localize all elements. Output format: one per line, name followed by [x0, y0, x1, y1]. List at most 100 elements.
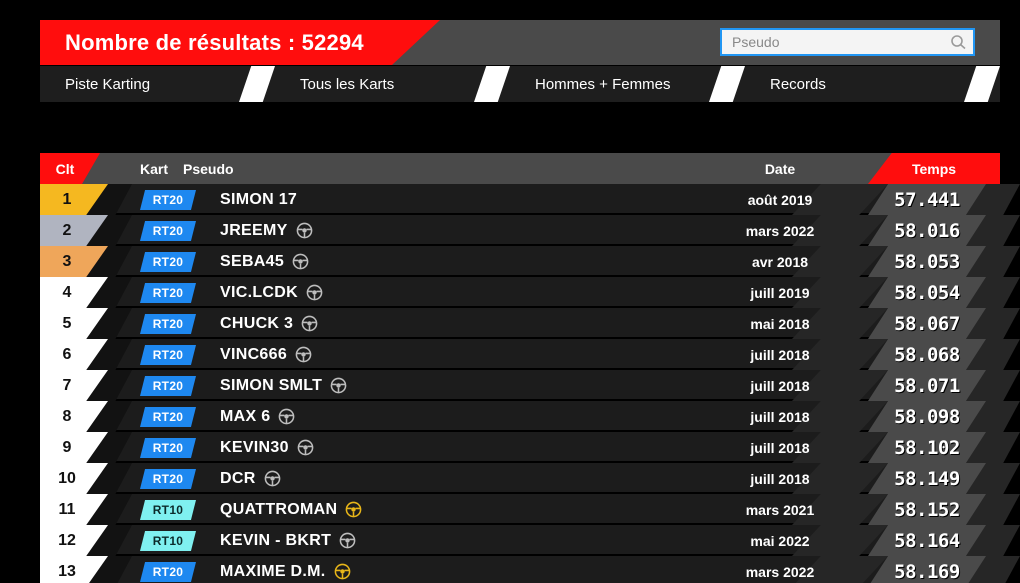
table-row[interactable]: 6 RT20 VINC666 juill 2018 58.068	[40, 339, 1020, 370]
rank-badge	[40, 432, 108, 463]
kart-label: RT20	[152, 565, 184, 579]
pseudo-cell[interactable]: SEBA45	[220, 246, 309, 277]
kart-tag: RT20	[140, 469, 196, 489]
pseudo-cell[interactable]: DCR	[220, 463, 281, 494]
rank-cell: 8	[40, 401, 108, 432]
pseudo-value: JREEMY	[220, 221, 288, 239]
time-value: 58.053	[894, 250, 960, 273]
pseudo-cell[interactable]: SIMON SMLT	[220, 370, 347, 401]
steering-wheel-icon	[292, 253, 309, 270]
kart-tag: RT20	[140, 314, 196, 334]
search-box[interactable]	[720, 28, 975, 56]
pseudo-value: SIMON SMLT	[220, 376, 323, 394]
rank-value: 6	[62, 345, 72, 363]
pseudo-cell[interactable]: KEVIN30	[220, 432, 314, 463]
table-row[interactable]: 13 RT20 MAXIME D.M. mars 2022 58.169	[40, 556, 1020, 583]
search-icon[interactable]	[947, 32, 973, 52]
nav-tab-hommes-femmes[interactable]: Hommes + Femmes	[510, 66, 745, 102]
rank-value: 8	[62, 407, 72, 425]
nav-tab-piste-karting[interactable]: Piste Karting	[40, 66, 275, 102]
rank-value: 2	[62, 221, 72, 239]
rank-cell: 11	[40, 494, 108, 525]
column-header-date[interactable]: Date	[700, 153, 860, 184]
table-row[interactable]: 8 RT20 MAX 6 juill 2018 58.098	[40, 401, 1020, 432]
rank-value: 5	[62, 314, 72, 332]
table-row[interactable]: 3 RT20 SEBA45 avr 2018 58.053	[40, 246, 1020, 277]
column-header-pseudo-label: Pseudo	[183, 160, 234, 177]
kart-tag: RT20	[140, 221, 196, 241]
steering-wheel-icon	[279, 408, 295, 425]
table-row[interactable]: 10 RT20 DCR juill 2018 58.149	[40, 463, 1020, 494]
kart-label: RT20	[152, 255, 184, 269]
time-value: 58.068	[894, 343, 960, 366]
table-row[interactable]: 2 RT20 JREEMY mars 2022 58.016	[40, 215, 1020, 246]
table-row[interactable]: 5 RT20 CHUCK 3 mai 2018 58.067	[40, 308, 1020, 339]
table-row[interactable]: 7 RT20 SIMON SMLT juill 2018 58.071	[40, 370, 1020, 401]
search-input[interactable]	[722, 34, 947, 50]
date-value: août 2019	[747, 191, 813, 208]
table-header-row: Clt Kart Pseudo Date Temps	[40, 153, 1000, 184]
kart-label: RT20	[152, 348, 184, 362]
date-value: mai 2022	[750, 532, 810, 549]
column-header-time[interactable]: Temps	[868, 153, 1000, 184]
table-row[interactable]: 4 RT20 VIC.LCDK juill 2019 58.054	[40, 277, 1020, 308]
date-value: juill 2018	[750, 377, 810, 394]
pseudo-cell[interactable]: SIMON 17	[220, 184, 297, 215]
column-header-time-label: Temps	[911, 160, 957, 177]
rank-badge	[40, 184, 108, 215]
rank-value: 3	[62, 252, 72, 270]
pseudo-cell[interactable]: MAX 6	[220, 401, 295, 432]
time-value: 57.441	[894, 188, 960, 211]
table-row[interactable]: 9 RT20 KEVIN30 juill 2018 58.102	[40, 432, 1020, 463]
steering-wheel-icon	[297, 439, 314, 456]
pseudo-value: VINC666	[220, 345, 288, 363]
steering-wheel-icon	[301, 315, 318, 332]
date-value: juill 2019	[750, 284, 810, 301]
time-value: 58.164	[894, 529, 960, 552]
nav-tab-label: Piste Karting	[65, 75, 151, 93]
column-header-pseudo[interactable]: Pseudo	[183, 153, 234, 184]
result-count-banner: Nombre de résultats : 52294	[40, 20, 440, 65]
nav-tab-records[interactable]: Records	[745, 66, 1000, 102]
column-header-rank[interactable]: Clt	[40, 153, 100, 184]
date-value: mai 2018	[750, 315, 810, 332]
table-row[interactable]: 1 RT20 SIMON 17 août 2019 57.441	[40, 184, 1020, 215]
pseudo-cell[interactable]: JREEMY	[220, 215, 313, 246]
time-value: 58.054	[894, 281, 960, 304]
date-value: avr 2018	[751, 253, 809, 270]
column-header-kart-label: Kart	[140, 160, 169, 177]
steering-wheel-icon	[264, 470, 280, 487]
rank-badge	[40, 277, 108, 308]
rank-cell: 13	[40, 556, 108, 583]
column-header-kart[interactable]: Kart	[140, 153, 168, 184]
steering-wheel-icon	[339, 532, 356, 549]
rank-cell: 1	[40, 184, 108, 215]
rank-value: 9	[62, 438, 72, 456]
rank-cell: 5	[40, 308, 108, 339]
table-row[interactable]: 12 RT10 KEVIN - BKRT mai 2022 58.164	[40, 525, 1020, 556]
time-value: 58.149	[894, 467, 960, 490]
pseudo-cell[interactable]: MAXIME D.M.	[220, 556, 351, 583]
rank-cell: 3	[40, 246, 108, 277]
pseudo-value: KEVIN30	[220, 438, 289, 456]
kart-tag: RT20	[140, 252, 196, 272]
pseudo-cell[interactable]: KEVIN - BKRT	[220, 525, 356, 556]
pseudo-cell[interactable]: CHUCK 3	[220, 308, 318, 339]
pseudo-cell[interactable]: VIC.LCDK	[220, 277, 323, 308]
kart-label: RT20	[152, 317, 184, 331]
pseudo-cell[interactable]: QUATTROMAN	[220, 494, 362, 525]
pseudo-value: SEBA45	[220, 252, 285, 270]
slash-divider-icon	[474, 66, 510, 102]
pseudo-value: MAX 6	[220, 407, 271, 425]
steering-wheel-icon	[334, 563, 350, 580]
results-table: Clt Kart Pseudo Date Temps 1 RT20 SIMON 17…	[40, 153, 1020, 583]
nav-tab-label: Records	[770, 75, 826, 93]
pseudo-cell[interactable]: VINC666	[220, 339, 312, 370]
steering-wheel-icon	[345, 501, 362, 518]
slash-divider-icon	[709, 66, 745, 102]
nav-tab-tous-les-karts[interactable]: Tous les Karts	[275, 66, 510, 102]
table-row[interactable]: 11 RT10 QUATTROMAN mars 2021 58.152	[40, 494, 1020, 525]
date-value: juill 2018	[750, 470, 810, 487]
pseudo-value: VIC.LCDK	[220, 283, 298, 301]
rank-value: 7	[62, 376, 72, 394]
